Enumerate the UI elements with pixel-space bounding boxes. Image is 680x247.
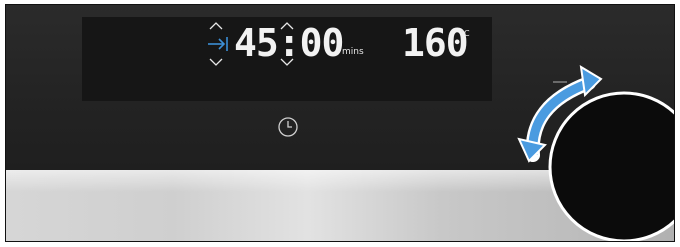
rotate-arrow-icon	[517, 65, 603, 163]
down-arrow-icon[interactable]	[208, 57, 224, 67]
oven-panel-illustration: 45:00 mins 160 °C	[5, 4, 675, 242]
temperature-unit-label: °C	[460, 29, 470, 38]
up-arrow-icon[interactable]	[208, 21, 224, 31]
time-unit-label: mins	[342, 47, 364, 57]
time-readout: 45:00	[234, 21, 344, 65]
clock-icon[interactable]	[276, 115, 300, 139]
end-time-icon	[208, 37, 228, 51]
temperature-readout: 160	[402, 21, 469, 65]
